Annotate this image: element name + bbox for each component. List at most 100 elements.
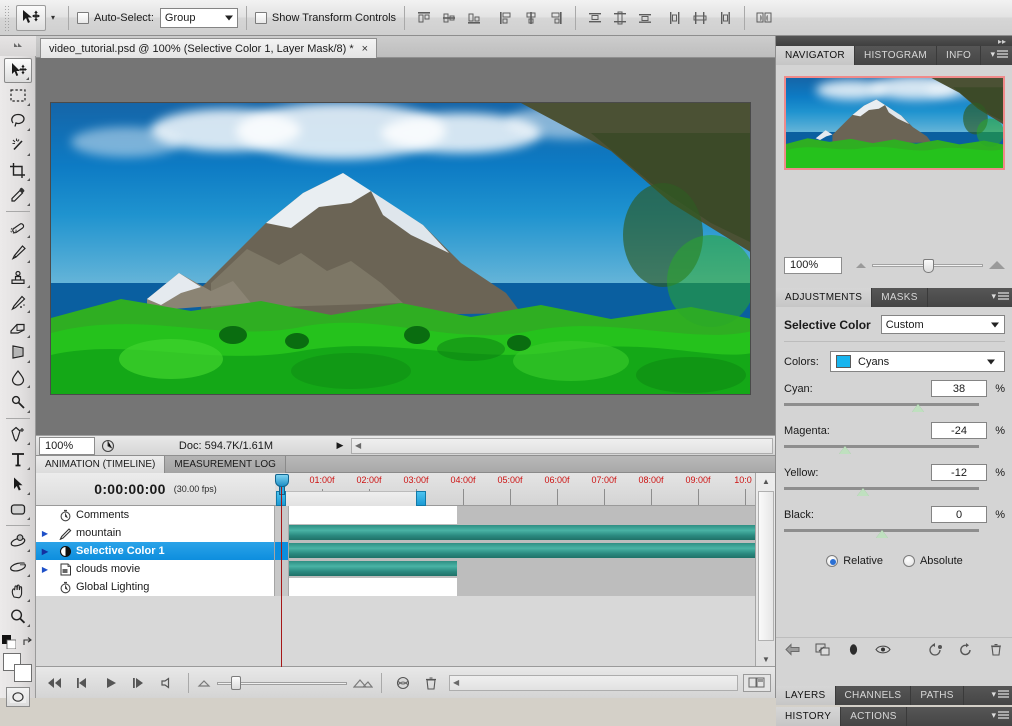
clip-to-layer-icon[interactable] (814, 641, 831, 659)
magic-wand-tool[interactable] (4, 133, 32, 158)
rectangular-marquee-tool[interactable] (4, 83, 32, 108)
slider-thumb[interactable] (857, 488, 869, 496)
track-label[interactable]: Comments (36, 506, 275, 524)
select-next-frame-icon[interactable] (126, 672, 152, 694)
horizontal-type-tool[interactable] (4, 447, 32, 472)
track-lane[interactable] (289, 506, 755, 524)
slider-thumb[interactable] (923, 258, 935, 273)
reset-adjustment-icon[interactable] (958, 641, 975, 659)
slider-track-row[interactable] (784, 485, 1005, 498)
onion-skins-icon[interactable] (390, 672, 416, 694)
tab-layers[interactable]: LAYERS (776, 686, 836, 705)
work-area-range[interactable] (281, 491, 421, 506)
convert-to-frame-animation-icon[interactable] (743, 673, 771, 692)
eyedropper-tool[interactable] (4, 183, 32, 208)
tab-histogram[interactable]: HISTOGRAM (855, 46, 938, 65)
layers-panel-menu-icon[interactable]: ▾ (991, 689, 1009, 700)
tab-channels[interactable]: CHANNELS (836, 686, 912, 705)
zoom-in-timeline-icon[interactable] (353, 677, 373, 689)
slider-value-field[interactable]: 38 (931, 380, 987, 397)
tab-measurement-log[interactable]: MEASUREMENT LOG (165, 456, 286, 473)
track-label[interactable]: ▶ Selective Color 1 (36, 542, 275, 560)
navigator-zoom-slider[interactable] (856, 257, 1005, 273)
zoom-out-icon[interactable] (856, 262, 866, 268)
tab-paths[interactable]: PATHS (911, 686, 964, 705)
background-color-swatch[interactable] (13, 664, 32, 682)
tool-preset-caret-icon[interactable]: ▾ (46, 5, 60, 31)
align-right-edges-icon[interactable] (545, 6, 567, 30)
auto-align-layers-icon[interactable] (753, 6, 775, 30)
slider-value-field[interactable]: -12 (931, 464, 987, 481)
navigator-zoom-field[interactable]: 100% (784, 256, 842, 274)
show-transform-controls-checkbox[interactable] (254, 11, 267, 24)
tab-history[interactable]: HISTORY (776, 707, 842, 726)
hand-tool[interactable] (4, 579, 32, 604)
delete-keyframes-icon[interactable] (418, 672, 444, 694)
track-lane[interactable] (289, 560, 755, 578)
delete-adjustment-icon[interactable] (988, 641, 1005, 659)
3d-orbit-tool[interactable] (4, 554, 32, 579)
zoom-level-field[interactable]: 100% (39, 436, 95, 455)
toolbar-collapse-handle[interactable] (0, 36, 36, 56)
align-horizontal-centers-icon[interactable] (520, 6, 542, 30)
radio-relative[interactable]: Relative (826, 555, 883, 567)
stopwatch-icon[interactable] (54, 581, 76, 594)
lasso-tool[interactable] (4, 108, 32, 133)
timeline-row-clouds-movie[interactable]: ▶ clouds movie (36, 560, 775, 578)
return-to-adjustment-list-icon[interactable] (784, 641, 801, 659)
align-top-edges-icon[interactable] (413, 6, 435, 30)
timeline-row-global-lighting[interactable]: Global Lighting (36, 578, 775, 596)
slider-value-field[interactable]: -24 (931, 422, 987, 439)
preset-dropdown[interactable]: Custom (880, 315, 1005, 334)
view-previous-state-icon[interactable] (844, 641, 861, 659)
clone-stamp-tool[interactable] (4, 265, 32, 290)
rounded-rectangle-tool[interactable] (4, 497, 32, 522)
options-bar-grip[interactable] (4, 4, 11, 31)
audio-mute-icon[interactable] (154, 672, 180, 694)
adjustments-panel-menu-icon[interactable]: ▾ (991, 291, 1009, 302)
slider-track-row[interactable] (784, 527, 1005, 540)
spot-healing-brush-tool[interactable] (4, 215, 32, 240)
scroll-up-icon[interactable]: ▲ (756, 473, 776, 489)
distribute-right-edges-icon[interactable] (714, 6, 736, 30)
distribute-vertical-centers-icon[interactable] (609, 6, 631, 30)
disclosure-triangle-icon[interactable]: ▶ (36, 565, 54, 574)
timeline-zoom-slider[interactable] (217, 675, 347, 690)
tab-animation-timeline[interactable]: ANIMATION (TIMELINE) (36, 456, 166, 473)
history-brush-tool[interactable] (4, 290, 32, 315)
tab-masks[interactable]: MASKS (872, 288, 928, 307)
slider-track-row[interactable] (784, 401, 1005, 414)
status-proxy-icon[interactable] (95, 439, 121, 453)
slider-thumb[interactable] (912, 404, 924, 412)
gradient-tool[interactable] (4, 340, 32, 365)
move-tool[interactable] (3, 58, 32, 83)
tab-adjustments[interactable]: ADJUSTMENTS (776, 288, 873, 307)
slider-value-field[interactable]: 0 (931, 506, 987, 523)
navigator-panel-menu-icon[interactable]: ▾ (990, 49, 1008, 60)
timeline-vertical-scrollbar[interactable]: ▲ ▼ (755, 473, 775, 667)
playhead[interactable] (275, 473, 289, 667)
slider-thumb[interactable] (876, 530, 888, 538)
toggle-layer-visibility-icon[interactable] (875, 641, 892, 659)
go-to-first-frame-icon[interactable] (42, 672, 68, 694)
zoom-in-icon[interactable] (989, 261, 1005, 269)
history-panel-menu-icon[interactable]: ▾ (991, 710, 1009, 721)
track-label[interactable]: Global Lighting (36, 578, 275, 596)
tab-actions[interactable]: ACTIONS (841, 707, 907, 726)
path-selection-tool[interactable] (4, 472, 32, 497)
horizontal-scrollbar[interactable]: ◀ (351, 437, 773, 454)
stopwatch-icon[interactable] (54, 509, 76, 522)
distribute-horizontal-centers-icon[interactable] (689, 6, 711, 30)
brush-tool[interactable] (4, 240, 32, 265)
blur-tool[interactable] (4, 365, 32, 390)
auto-select-dropdown[interactable]: Group (159, 7, 238, 28)
dodge-tool[interactable] (4, 390, 32, 415)
disclosure-triangle-icon[interactable]: ▶ (36, 547, 54, 556)
select-previous-frame-icon[interactable] (70, 672, 96, 694)
align-bottom-edges-icon[interactable] (463, 6, 485, 30)
tab-info[interactable]: INFO (937, 46, 982, 65)
reset-to-previous-icon[interactable] (927, 641, 944, 659)
pen-tool[interactable] (4, 422, 32, 447)
auto-select-checkbox[interactable] (77, 11, 89, 24)
track-label[interactable]: ▶ clouds movie (36, 560, 275, 578)
